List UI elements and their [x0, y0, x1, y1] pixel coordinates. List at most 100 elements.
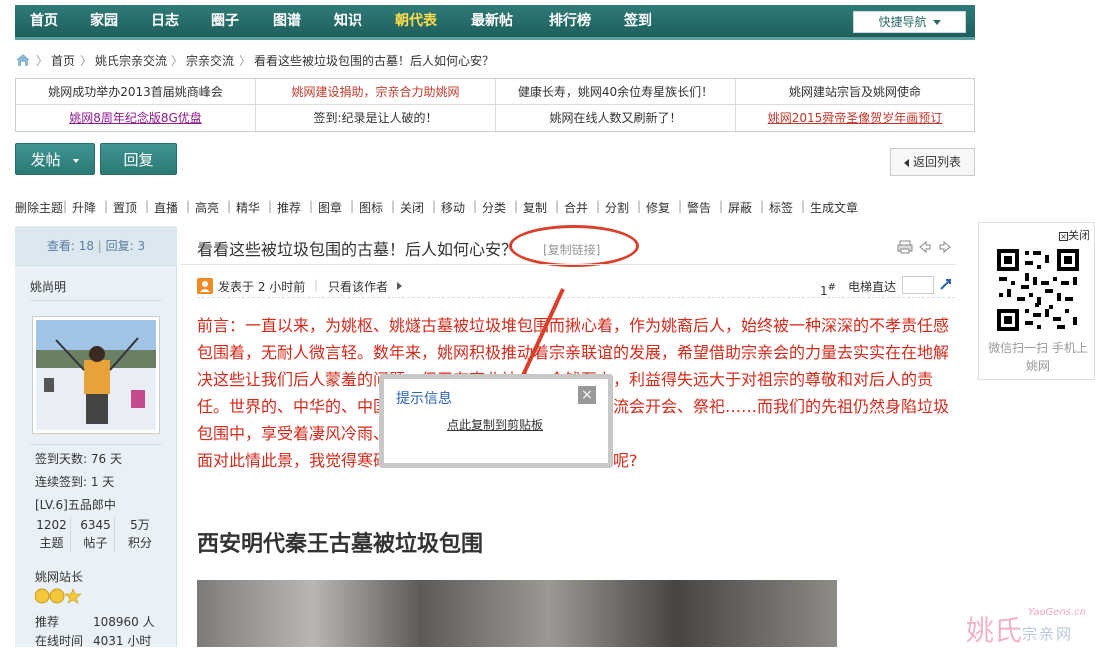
mod-tool-link[interactable]: 删除主题 — [15, 199, 63, 216]
watermark-sub: 宗亲网 — [1022, 625, 1074, 643]
signin-days: 签到天数: 76 天 — [35, 452, 122, 466]
author-name[interactable]: 姚尚明 — [30, 278, 66, 295]
nav-knowledge[interactable]: 知识 — [325, 5, 371, 37]
close-icon[interactable]: × — [578, 386, 596, 404]
mod-tool-link[interactable]: 标签 — [769, 199, 793, 216]
elevator-label: 电梯直达 — [848, 280, 897, 294]
notice-link[interactable]: 签到:纪录是让人破的！ — [256, 105, 496, 131]
recommend-label: 推荐 — [35, 615, 60, 629]
count-points[interactable]: 5万 积分 — [121, 516, 159, 552]
site-watermark: 姚氏 YaoGens.cn 宗亲网 — [966, 605, 1095, 647]
toolbar-separator: | — [227, 199, 232, 213]
mod-tool-link[interactable]: 高亮 — [195, 199, 219, 216]
back-to-list-button[interactable]: 返回列表 — [890, 148, 975, 176]
notice-link[interactable]: 姚网建站宗旨及姚网使命 — [736, 79, 974, 105]
author-sidebar: 查看: 18 | 回复: 3 姚尚明 签到天数: 76 天 连续签到: 1 天 … — [15, 226, 177, 648]
quick-nav-button[interactable]: 快捷导航 — [853, 11, 966, 33]
mod-tool-link[interactable]: 图标 — [359, 199, 383, 216]
nav-home-garden[interactable]: 家园 — [81, 5, 127, 37]
mod-tool-link[interactable]: 推荐 — [277, 199, 301, 216]
breadcrumb-separator: 〉 — [171, 54, 184, 68]
back-to-list-label: 返回列表 — [912, 155, 961, 169]
notice-link[interactable]: 姚网在线人数又刷新了！ — [496, 105, 736, 131]
mod-tool-link[interactable]: 置顶 — [113, 199, 137, 216]
go-arrow-icon[interactable] — [938, 276, 954, 295]
chevron-left-icon — [903, 158, 909, 167]
nav-latest[interactable]: 最新帖 — [461, 5, 523, 37]
floor-jump-input[interactable] — [902, 276, 934, 294]
qr-code — [995, 247, 1081, 333]
annotation-circle — [509, 225, 639, 267]
toolbar-separator: | — [596, 199, 601, 213]
previous-thread-icon[interactable] — [918, 240, 932, 257]
qr-close-button[interactable]: ×关闭 — [1059, 227, 1090, 243]
reply-button[interactable]: 回复 — [100, 143, 177, 175]
mod-tool-link[interactable]: 屏蔽 — [728, 199, 752, 216]
notice-link[interactable]: 姚网2015舜帝圣像贺岁年画预订 — [736, 105, 974, 131]
toolbar-separator: | — [63, 199, 68, 213]
user-level: [LV.6]五品郎中 — [35, 498, 116, 512]
count-threads-label: 主题 — [39, 536, 64, 550]
post-photo — [197, 580, 837, 647]
floor-suffix: # — [827, 282, 837, 293]
mod-tool-link[interactable]: 生成文章 — [810, 199, 858, 216]
mod-tool-link[interactable]: 精华 — [236, 199, 260, 216]
toolbar-separator: | — [801, 199, 806, 213]
toolbar-separator: | — [391, 199, 396, 213]
watermark-url: YaoGens.cn — [1028, 607, 1086, 618]
post-time: 发表于 2 小时前 — [218, 280, 306, 294]
mod-tool-link[interactable]: 图章 — [318, 199, 342, 216]
nav-dynasty[interactable]: 朝代表 — [385, 5, 447, 37]
avatar[interactable] — [32, 316, 160, 434]
thread-stats: 查看: 18 | 回复: 3 — [15, 226, 177, 266]
mod-tool-link[interactable]: 警告 — [687, 199, 711, 216]
toolbar-separator: | — [104, 199, 109, 213]
recommend-value: 108960 人 — [93, 615, 155, 629]
qr-panel: ×关闭 微信扫一扫 手机上姚网 — [978, 222, 1095, 380]
divider — [30, 444, 162, 445]
next-thread-icon[interactable] — [938, 240, 952, 257]
toolbar-separator: | — [186, 199, 191, 213]
mod-tool-link[interactable]: 升降 — [72, 199, 96, 216]
signin-info: 签到天数: 76 天 连续签到: 1 天 [LV.6]五品郎中 — [35, 448, 122, 517]
author-only-link[interactable]: 只看该作者 — [328, 278, 388, 295]
nav-blog[interactable]: 日志 — [141, 5, 189, 37]
user-counts: 1202 主题 6345 帖子 5万 积分 — [33, 516, 159, 552]
nav-circles[interactable]: 圈子 — [201, 5, 249, 37]
quick-nav-label: 快捷导航 — [878, 15, 927, 29]
mod-tool-link[interactable]: 复制 — [523, 199, 547, 216]
breadcrumb-forum-yao[interactable]: 姚氏宗亲交流 — [95, 52, 167, 69]
notice-link[interactable]: 健康长寿，姚网40余位寿星族长们！ — [496, 79, 736, 105]
nav-ranking[interactable]: 排行榜 — [539, 5, 601, 37]
count-posts-value: 6345 — [80, 518, 111, 532]
notice-link[interactable]: 姚网8周年纪念版8G优盘 — [16, 105, 256, 131]
new-post-button[interactable]: 发帖 — [15, 143, 95, 175]
mod-tool-link[interactable]: 分割 — [605, 199, 629, 216]
top-navigation: 首页 家园 日志 圈子 图谱 知识 朝代表 最新帖 排行榜 签到 快捷导航 — [15, 5, 975, 40]
mod-tool-link[interactable]: 分类 — [482, 199, 506, 216]
count-posts[interactable]: 6345 帖子 — [77, 516, 115, 552]
breadcrumb-forum-exchange[interactable]: 宗亲交流 — [186, 52, 234, 69]
home-icon[interactable] — [15, 53, 31, 70]
nav-home[interactable]: 首页 — [15, 5, 73, 37]
chevron-right-icon — [397, 282, 402, 290]
nav-genealogy[interactable]: 图谱 — [263, 5, 311, 37]
mod-tool-link[interactable]: 修复 — [646, 199, 670, 216]
mod-tool-link[interactable]: 直播 — [154, 199, 178, 216]
print-icon[interactable] — [897, 240, 913, 257]
toolbar-separator: | — [432, 199, 437, 213]
replies-count: 3 — [137, 239, 146, 253]
breadcrumb-home[interactable]: 首页 — [51, 52, 75, 69]
online-label: 在线时间 — [35, 634, 84, 648]
nav-signin[interactable]: 签到 — [615, 5, 661, 37]
user-role[interactable]: 姚网站长 — [35, 568, 83, 585]
post-subheading: 西安明代秦王古墓被垃圾包围 — [197, 532, 484, 557]
copy-to-clipboard-link[interactable]: 点此复制到剪贴板 — [447, 416, 543, 433]
notice-link[interactable]: 姚网成功举办2013首届姚商峰会 — [16, 79, 256, 105]
count-threads[interactable]: 1202 主题 — [33, 516, 71, 552]
mod-tool-link[interactable]: 关闭 — [400, 199, 424, 216]
notice-link[interactable]: 姚网建设捐助，宗亲合力助姚网 — [256, 79, 496, 105]
mod-tool-link[interactable]: 移动 — [441, 199, 465, 216]
close-icon: × — [1059, 232, 1068, 241]
mod-tool-link[interactable]: 合并 — [564, 199, 588, 216]
